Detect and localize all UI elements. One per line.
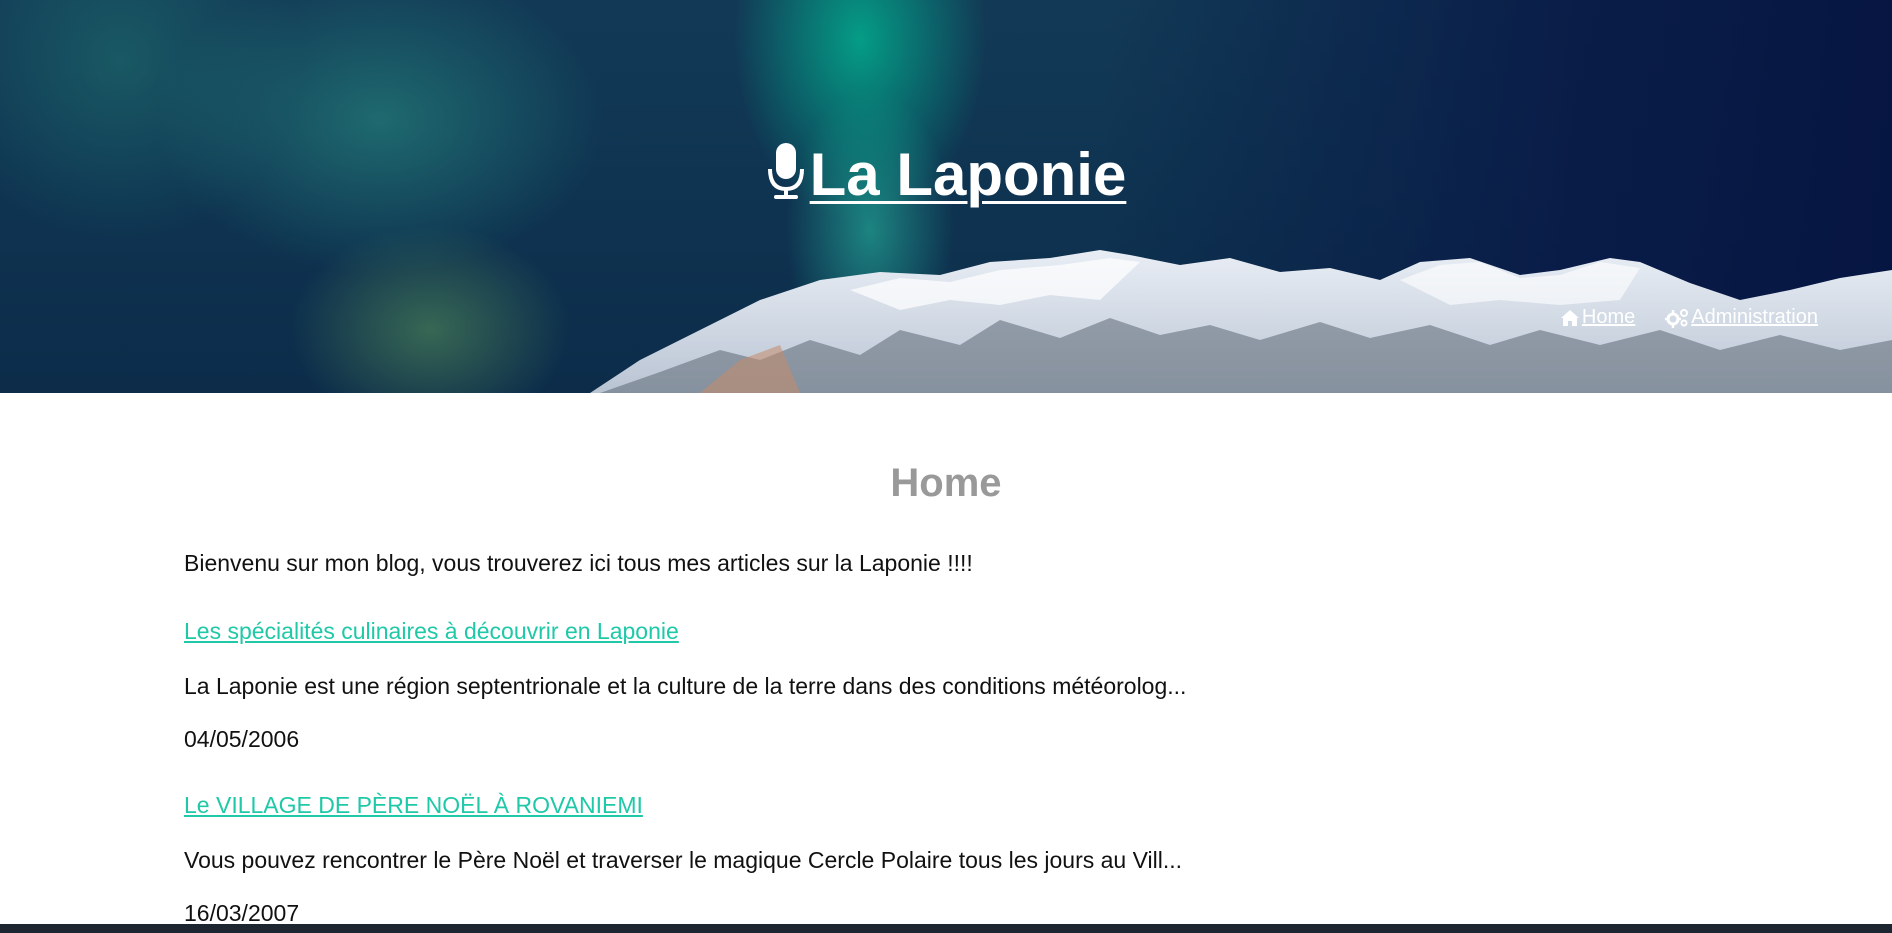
- site-title-link[interactable]: La Laponie: [766, 141, 1127, 208]
- article-item: Le VILLAGE DE PÈRE NOËL À ROVANIEMI Vous…: [184, 792, 1684, 927]
- article-date: 16/03/2007: [184, 900, 300, 926]
- page-title: Home: [890, 461, 1002, 505]
- article-excerpt: La Laponie est une région septentrionale…: [184, 673, 1187, 699]
- microphone-icon: [767, 143, 804, 199]
- article-excerpt: Vous pouvez rencontrer le Père Noël et t…: [184, 847, 1183, 873]
- hero-banner: La Laponie Home Administration: [0, 0, 1892, 393]
- article-date: 04/05/2006: [184, 726, 300, 752]
- main-content: Home Bienvenu sur mon blog, vous trouver…: [0, 393, 1892, 927]
- nav-administration-link[interactable]: Administration: [1665, 306, 1818, 329]
- article-title-link[interactable]: Les spécialités culinaires à découvrir e…: [184, 618, 1684, 645]
- article-title-link[interactable]: Le VILLAGE DE PÈRE NOËL À ROVANIEMI: [184, 792, 1684, 819]
- main-nav: Home Administration: [1560, 306, 1818, 329]
- intro-text: Bienvenu sur mon blog, vous trouverez ic…: [184, 550, 973, 576]
- home-icon: [1560, 309, 1579, 326]
- site-title-text: La Laponie: [809, 141, 1127, 208]
- gears-icon: [1665, 308, 1689, 328]
- footer-bar: [0, 924, 1892, 933]
- nav-administration-label: Administration: [1691, 306, 1818, 328]
- nav-home-label: Home: [1581, 306, 1636, 328]
- article-item: Les spécialités culinaires à découvrir e…: [184, 618, 1684, 753]
- nav-home-link[interactable]: Home: [1560, 306, 1635, 329]
- site-title: La Laponie: [0, 140, 1892, 209]
